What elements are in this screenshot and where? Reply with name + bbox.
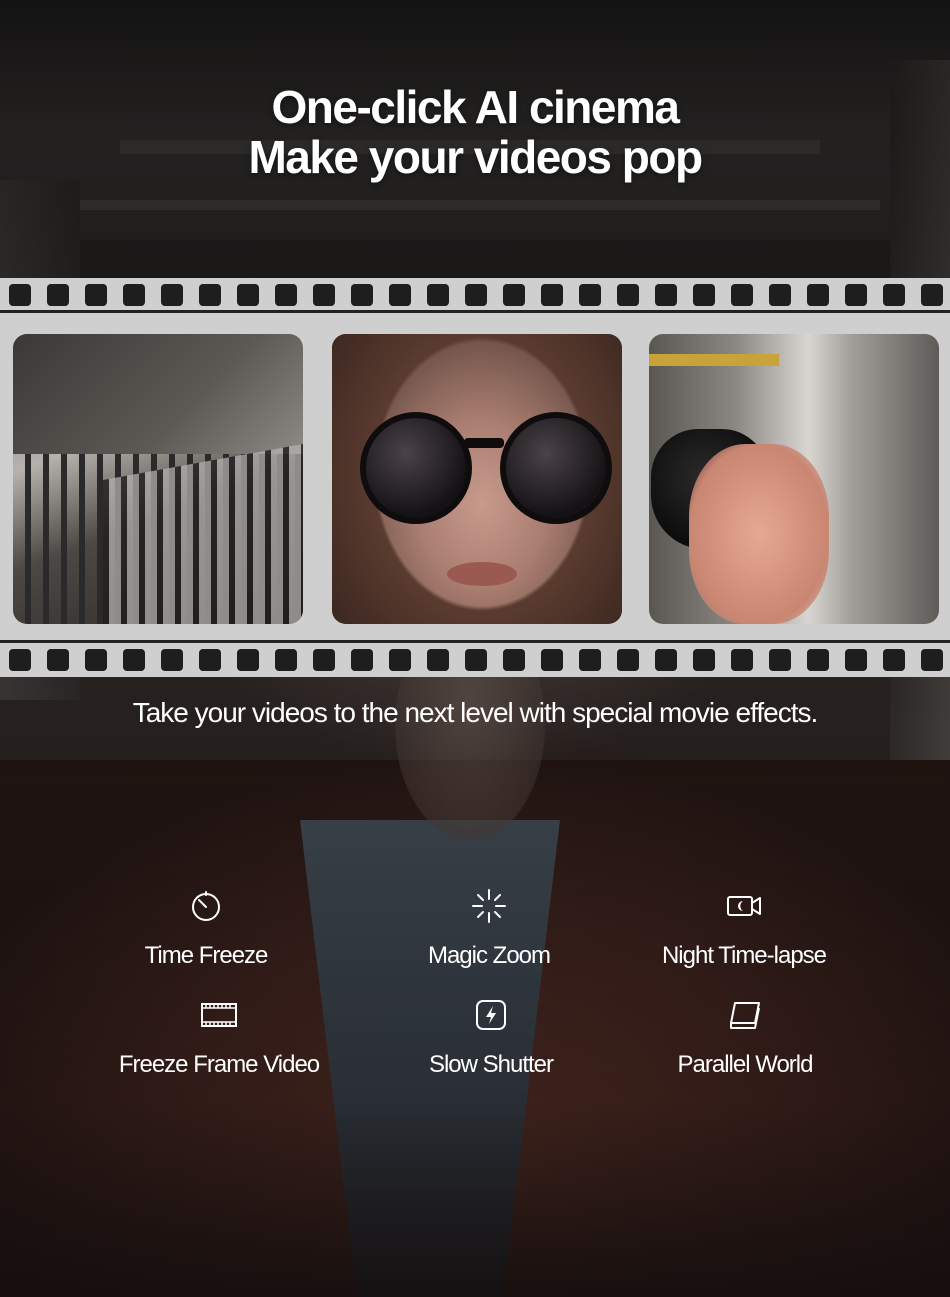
film-frame-portrait	[332, 334, 622, 624]
sprocket-hole	[579, 284, 601, 306]
headline-line-1: One-click AI cinema	[271, 81, 680, 133]
sunglasses-bridge	[464, 438, 504, 448]
sprocket-hole	[883, 284, 905, 306]
sprocket-hole	[693, 284, 715, 306]
sprocket-hole	[769, 284, 791, 306]
sprocket-hole	[427, 649, 449, 671]
sprocket-hole	[275, 284, 297, 306]
film-frame-staircase	[13, 334, 303, 624]
headline: One-click AI cinema Make your videos pop	[0, 82, 950, 182]
film-rail-top	[0, 310, 950, 313]
sprocket-hole	[275, 649, 297, 671]
feature-label: Freeze Frame Video	[118, 1051, 320, 1078]
sprocket-hole	[313, 284, 335, 306]
sprocket-hole	[85, 284, 107, 306]
sprocket-hole	[123, 649, 145, 671]
sprocket-hole	[503, 649, 525, 671]
sprocket-hole	[47, 649, 69, 671]
sprocket-hole	[541, 284, 563, 306]
sunglasses-right-lens	[500, 412, 612, 524]
bottom-fade	[0, 1100, 950, 1297]
sprocket-hole	[693, 649, 715, 671]
sprocket-holes-bottom	[0, 643, 950, 677]
yellow-pipe	[649, 354, 779, 366]
sprocket-hole	[731, 284, 753, 306]
sprocket-hole	[237, 284, 259, 306]
sprocket-hole	[351, 284, 373, 306]
sprocket-hole	[123, 284, 145, 306]
feature-freeze-frame-video[interactable]: Freeze Frame Video	[79, 995, 359, 1079]
sprocket-hole	[389, 284, 411, 306]
feature-time-freeze[interactable]: Time Freeze	[66, 886, 346, 970]
sprocket-hole	[85, 649, 107, 671]
film-strip-icon	[201, 1003, 237, 1027]
feature-label: Night Time-lapse	[661, 942, 827, 969]
film-frame-hand	[649, 334, 939, 624]
sprocket-hole	[351, 649, 373, 671]
sprocket-hole	[9, 649, 31, 671]
feature-label: Time Freeze	[144, 942, 269, 969]
feature-magic-zoom[interactable]: Magic Zoom	[349, 886, 629, 970]
sparkle-burst-icon	[472, 889, 506, 923]
sprocket-hole	[199, 649, 221, 671]
sprocket-hole	[883, 649, 905, 671]
sprocket-hole	[921, 284, 943, 306]
sprocket-hole	[465, 649, 487, 671]
sprocket-hole	[161, 649, 183, 671]
timer-icon	[192, 891, 220, 921]
sprocket-hole	[807, 649, 829, 671]
hand	[689, 444, 829, 624]
sprocket-hole	[921, 649, 943, 671]
sprocket-hole	[807, 284, 829, 306]
sprocket-hole	[541, 649, 563, 671]
sprocket-hole	[731, 649, 753, 671]
sprocket-hole	[503, 284, 525, 306]
feature-label: Magic Zoom	[427, 942, 551, 969]
sprocket-hole	[161, 284, 183, 306]
sprocket-hole	[389, 649, 411, 671]
sprocket-hole	[47, 284, 69, 306]
stacked-layers-icon	[730, 1002, 760, 1029]
sprocket-hole	[617, 284, 639, 306]
sprocket-hole	[845, 649, 867, 671]
sprocket-hole	[845, 284, 867, 306]
feature-label: Parallel World	[677, 1051, 814, 1078]
film-strip	[0, 278, 950, 677]
sunglasses-left-lens	[360, 412, 472, 524]
sprocket-holes-top	[0, 278, 950, 312]
video-camera-icon	[727, 896, 761, 916]
sprocket-hole	[465, 284, 487, 306]
flash-bolt-icon	[476, 1000, 506, 1030]
headline-line-2: Make your videos pop	[248, 131, 703, 183]
sprocket-hole	[199, 284, 221, 306]
sprocket-hole	[9, 284, 31, 306]
feature-parallel-world[interactable]: Parallel World	[605, 995, 885, 1079]
sprocket-hole	[579, 649, 601, 671]
feature-night-time-lapse[interactable]: Night Time-lapse	[604, 886, 884, 970]
sprocket-hole	[617, 649, 639, 671]
sprocket-hole	[427, 284, 449, 306]
sprocket-hole	[655, 649, 677, 671]
lips	[447, 562, 517, 586]
sprocket-hole	[769, 649, 791, 671]
feature-label: Slow Shutter	[428, 1051, 554, 1078]
sprocket-hole	[313, 649, 335, 671]
sprocket-hole	[237, 649, 259, 671]
sprocket-hole	[655, 284, 677, 306]
feature-slow-shutter[interactable]: Slow Shutter	[351, 995, 631, 1079]
tagline: Take your videos to the next level with …	[132, 697, 819, 728]
